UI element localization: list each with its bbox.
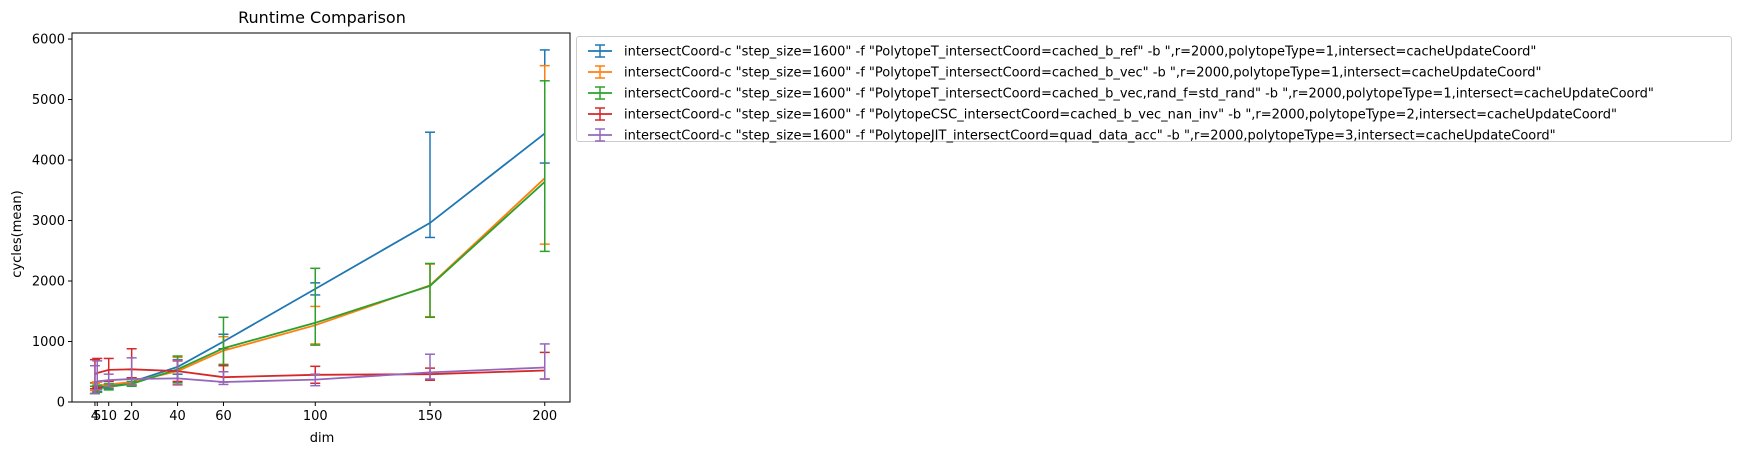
x-tick-label: 40 [169,409,186,424]
x-tick-label: 10 [100,409,117,424]
x-tick-label: 100 [303,409,328,424]
chart-title: Runtime Comparison [238,8,406,27]
y-tick-label: 5000 [32,93,65,108]
x-tick-label: 150 [418,409,443,424]
plot-frame [71,32,571,403]
y-tick-label: 0 [57,396,65,411]
x-tick-label: 20 [123,409,140,424]
series-5 [89,343,550,395]
y-tick-label: 1000 [32,335,65,350]
x-tick-label: 60 [215,409,232,424]
series-line [94,132,546,389]
series-2 [89,64,550,392]
y-tick-label: 4000 [32,154,65,169]
series-4 [89,348,550,390]
y-tick-label: 3000 [32,214,65,229]
x-axis-label: dim [310,431,335,446]
y-tick-label: 6000 [32,33,65,48]
x-tick-label: 200 [532,409,557,424]
chart: Runtime Comparison dim cycles(mean) 4 5 10… [0,0,1738,455]
series-1 [89,49,550,395]
y-tick-label: 2000 [32,275,65,290]
y-axis-label: cycles(mean) [10,190,25,277]
legend [576,36,1732,142]
